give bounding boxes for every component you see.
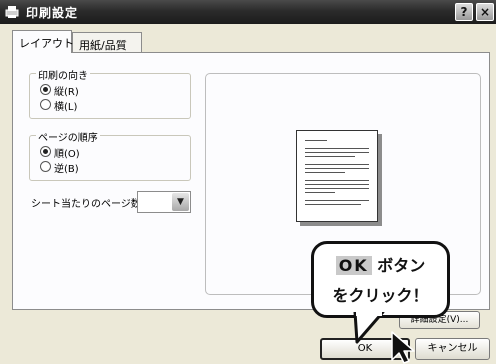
- cancel-button[interactable]: キャンセル: [415, 338, 490, 360]
- page-order-front-label: 順(O): [54, 149, 80, 160]
- callout-line-2: をクリック！: [332, 286, 429, 305]
- orientation-landscape-label: 横(L): [54, 102, 78, 113]
- page-order-group: ページの順序 順(O) 逆(B): [29, 129, 191, 181]
- callout-line-1: OK ボタン: [314, 252, 447, 276]
- printer-icon: [5, 6, 19, 18]
- radio-selected-icon: [40, 84, 51, 95]
- orientation-legend: 印刷の向き: [36, 67, 90, 82]
- help-button[interactable]: ?: [455, 3, 473, 21]
- radio-unselected-icon: [40, 161, 51, 172]
- mouse-cursor-icon: [391, 331, 415, 364]
- orientation-group: 印刷の向き 縦(R) 横(L): [29, 67, 191, 119]
- close-button[interactable]: ×: [476, 3, 494, 21]
- page-order-legend: ページの順序: [36, 129, 100, 144]
- radio-selected-icon: [40, 146, 51, 157]
- tab-paper-quality[interactable]: 用紙/品質: [72, 32, 142, 52]
- callout-tail-icon: [353, 312, 385, 344]
- tab-layout[interactable]: レイアウト: [12, 30, 74, 53]
- callout-line-1-text: ボタン: [371, 256, 426, 275]
- pages-per-sheet-select[interactable]: ▼: [137, 191, 191, 213]
- preview-page-icon: [296, 130, 378, 222]
- print-settings-dialog: 印刷設定 ? × レイアウト 用紙/品質 印刷の向き 縦(R) 横(L) ページ…: [0, 0, 496, 364]
- title-bar: 印刷設定 ? ×: [0, 0, 496, 24]
- radio-unselected-icon: [40, 99, 51, 110]
- instruction-callout: OK ボタン をクリック！: [311, 241, 450, 318]
- page-order-back-label: 逆(B): [54, 164, 79, 175]
- dropdown-arrow-icon[interactable]: ▼: [172, 193, 189, 211]
- callout-highlight: OK: [335, 256, 372, 275]
- window-title: 印刷設定: [26, 6, 79, 20]
- orientation-portrait-label: 縦(R): [54, 87, 79, 98]
